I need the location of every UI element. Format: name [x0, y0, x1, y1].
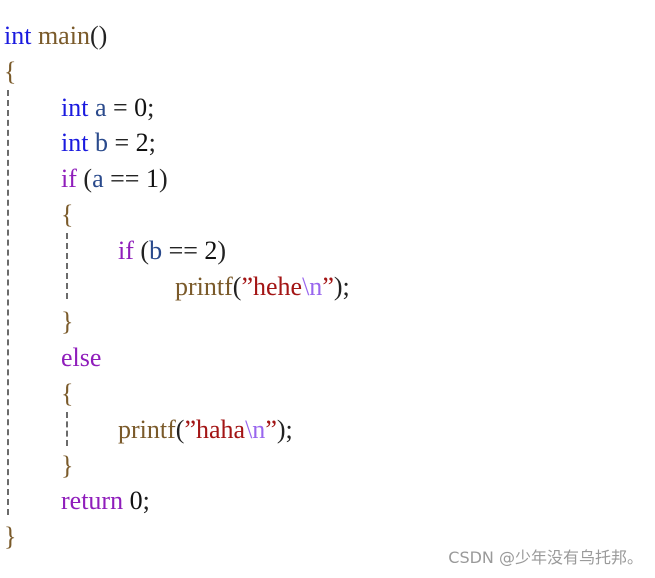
code-line: else [4, 340, 350, 376]
code-token-op: == [162, 235, 205, 265]
code-token-num: 0 [134, 92, 148, 122]
code-token-str: ” [265, 414, 277, 444]
code-token-kw-type: int [61, 128, 89, 158]
code-line: int main() [4, 18, 350, 54]
code-token-punct: ) [158, 164, 168, 194]
code-line: printf(”haha\n”); [4, 412, 350, 448]
code-token-var: b [94, 128, 108, 158]
code-token-brace: { [61, 378, 74, 408]
code-token-brace: { [61, 199, 74, 229]
code-token-var: b [149, 235, 163, 265]
code-token-fn: printf [118, 414, 176, 444]
code-token-op: == [103, 164, 146, 194]
code-token-op: = [107, 128, 136, 158]
code-line: { [4, 197, 350, 233]
code-token-brace: { [4, 56, 17, 86]
code-line: { [4, 376, 350, 412]
code-token-num: 1 [145, 164, 159, 194]
code-line: return 0; [4, 483, 350, 519]
code-token-num: 2 [204, 235, 218, 265]
code-line: if (b == 2) [4, 233, 350, 269]
code-token-num: 0 [129, 486, 143, 516]
code-token-punct: ; [148, 128, 156, 158]
code-token-punct: () [89, 21, 108, 50]
code-line: } [4, 448, 350, 484]
code-token-kw-ctrl: else [61, 343, 102, 373]
indent-guide-if-block [66, 233, 68, 299]
code-token-punct: ) [217, 235, 227, 265]
code-line: int b = 2; [4, 125, 350, 161]
code-token-kw-ctrl: if [61, 164, 77, 194]
code-token-str: ” [241, 271, 253, 301]
code-line: printf(”hehe\n”); [4, 269, 350, 305]
code-token-punct: ( [133, 235, 150, 265]
indent-guide-main [7, 90, 9, 515]
code-token-var: a [94, 92, 107, 122]
code-token-fn: main [37, 21, 90, 50]
indent-guide-else-block [66, 412, 68, 446]
code-token-var: a [92, 164, 104, 194]
code-token-kw-ctrl: if [118, 235, 134, 265]
code-token-punct: ); [276, 414, 293, 444]
code-editor: int main(){int a = 0; int b = 2; if (a == … [4, 18, 350, 555]
code-token-str: ” [184, 414, 196, 444]
code-token-str: ” [322, 271, 334, 301]
code-line: if (a == 1) [4, 161, 350, 197]
code-token-brace: } [4, 522, 17, 552]
code-token-punct: ; [142, 486, 150, 516]
code-token-brace: } [61, 450, 74, 480]
code-token-brace: } [61, 307, 74, 337]
code-line: int a = 0; [4, 90, 350, 126]
code-token-fn: printf [175, 271, 233, 301]
code-token-str: haha [195, 414, 246, 444]
watermark: CSDN @少年没有乌托邦。 [448, 548, 643, 567]
code-token-esc: \n [245, 414, 266, 444]
code-line: } [4, 304, 350, 340]
code-line: { [4, 54, 350, 90]
code-token-kw-type: int [4, 21, 32, 50]
code-token-punct: ( [76, 164, 93, 194]
code-line: } [4, 519, 350, 555]
code-token-kw-ctrl: return [61, 486, 124, 516]
code-token-esc: \n [302, 271, 323, 301]
code-token-punct: ); [333, 271, 350, 301]
code-token-kw-type: int [61, 92, 89, 122]
code-token-str: hehe [252, 271, 303, 301]
code-token-num: 2 [135, 128, 149, 158]
code-token-punct: ; [147, 92, 155, 122]
code-token-op: = [106, 92, 135, 122]
